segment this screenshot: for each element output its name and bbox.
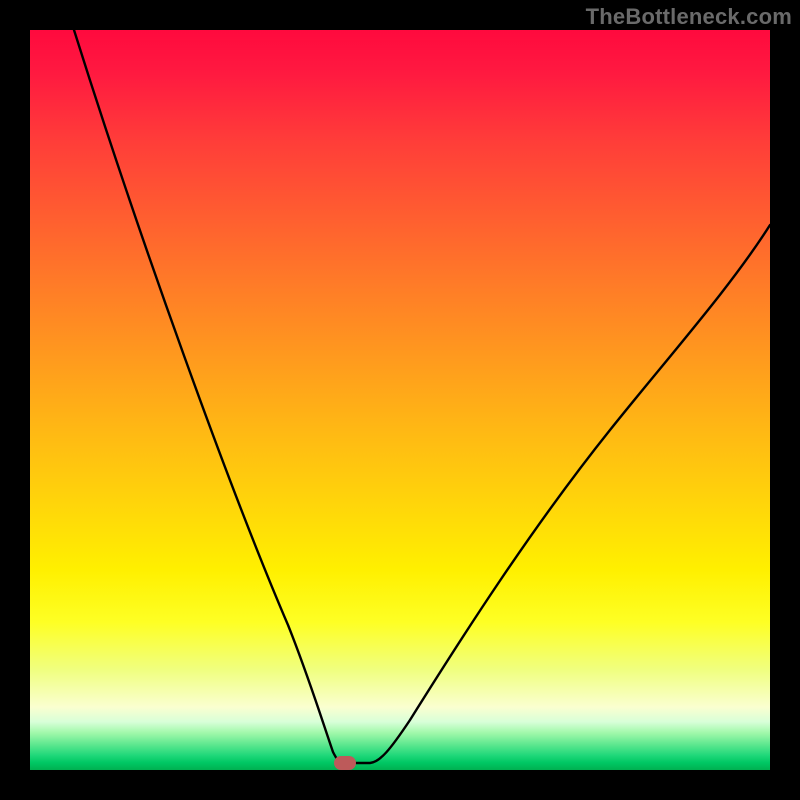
chart-frame: TheBottleneck.com: [0, 0, 800, 800]
bottleneck-curve: [30, 30, 770, 770]
curve-path: [74, 30, 770, 763]
minimum-marker: [334, 756, 356, 770]
plot-area: [30, 30, 770, 770]
watermark-text: TheBottleneck.com: [586, 4, 792, 30]
